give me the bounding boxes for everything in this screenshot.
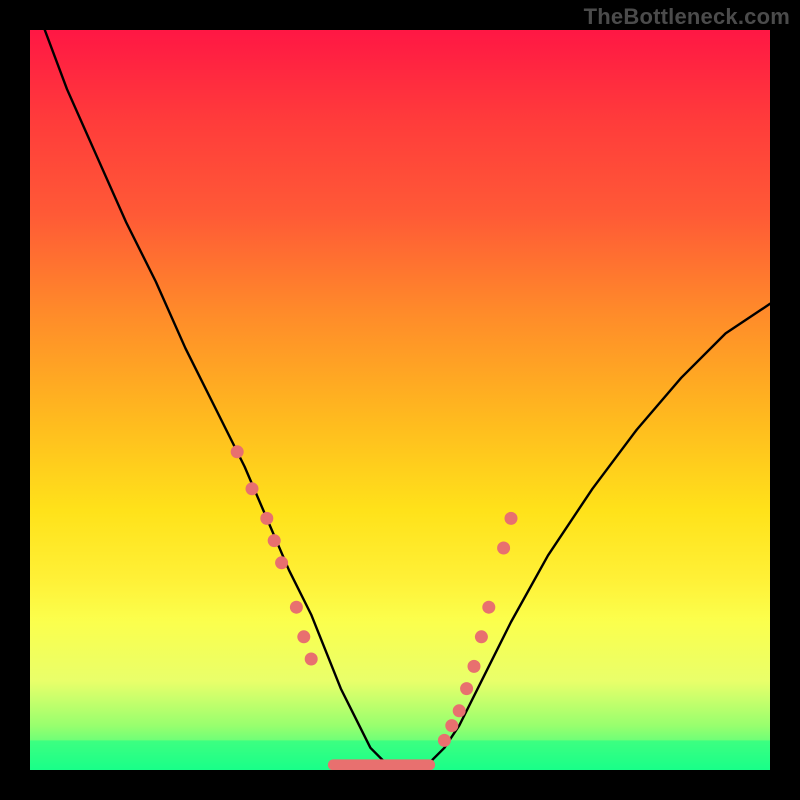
marker-dot-right <box>438 734 451 747</box>
marker-dot-right <box>482 601 495 614</box>
marker-dot-left <box>275 556 288 569</box>
chart-svg <box>30 30 770 770</box>
marker-dot-left <box>246 482 259 495</box>
marker-dot-right <box>505 512 518 525</box>
marker-dot-right <box>475 630 488 643</box>
marker-dot-left <box>260 512 273 525</box>
watermark-text: TheBottleneck.com <box>584 4 790 30</box>
marker-dot-right <box>445 719 458 732</box>
marker-dot-left <box>297 630 310 643</box>
chart-frame: TheBottleneck.com <box>0 0 800 800</box>
marker-dot-left <box>268 534 281 547</box>
plot-area <box>30 30 770 770</box>
marker-dot-left <box>231 445 244 458</box>
marker-dot-right <box>468 660 481 673</box>
marker-dot-right <box>460 682 473 695</box>
bottleneck-curve <box>45 30 770 766</box>
marker-dot-left <box>290 601 303 614</box>
marker-dot-right <box>497 542 510 555</box>
marker-dot-right <box>453 704 466 717</box>
marker-dot-left <box>305 653 318 666</box>
